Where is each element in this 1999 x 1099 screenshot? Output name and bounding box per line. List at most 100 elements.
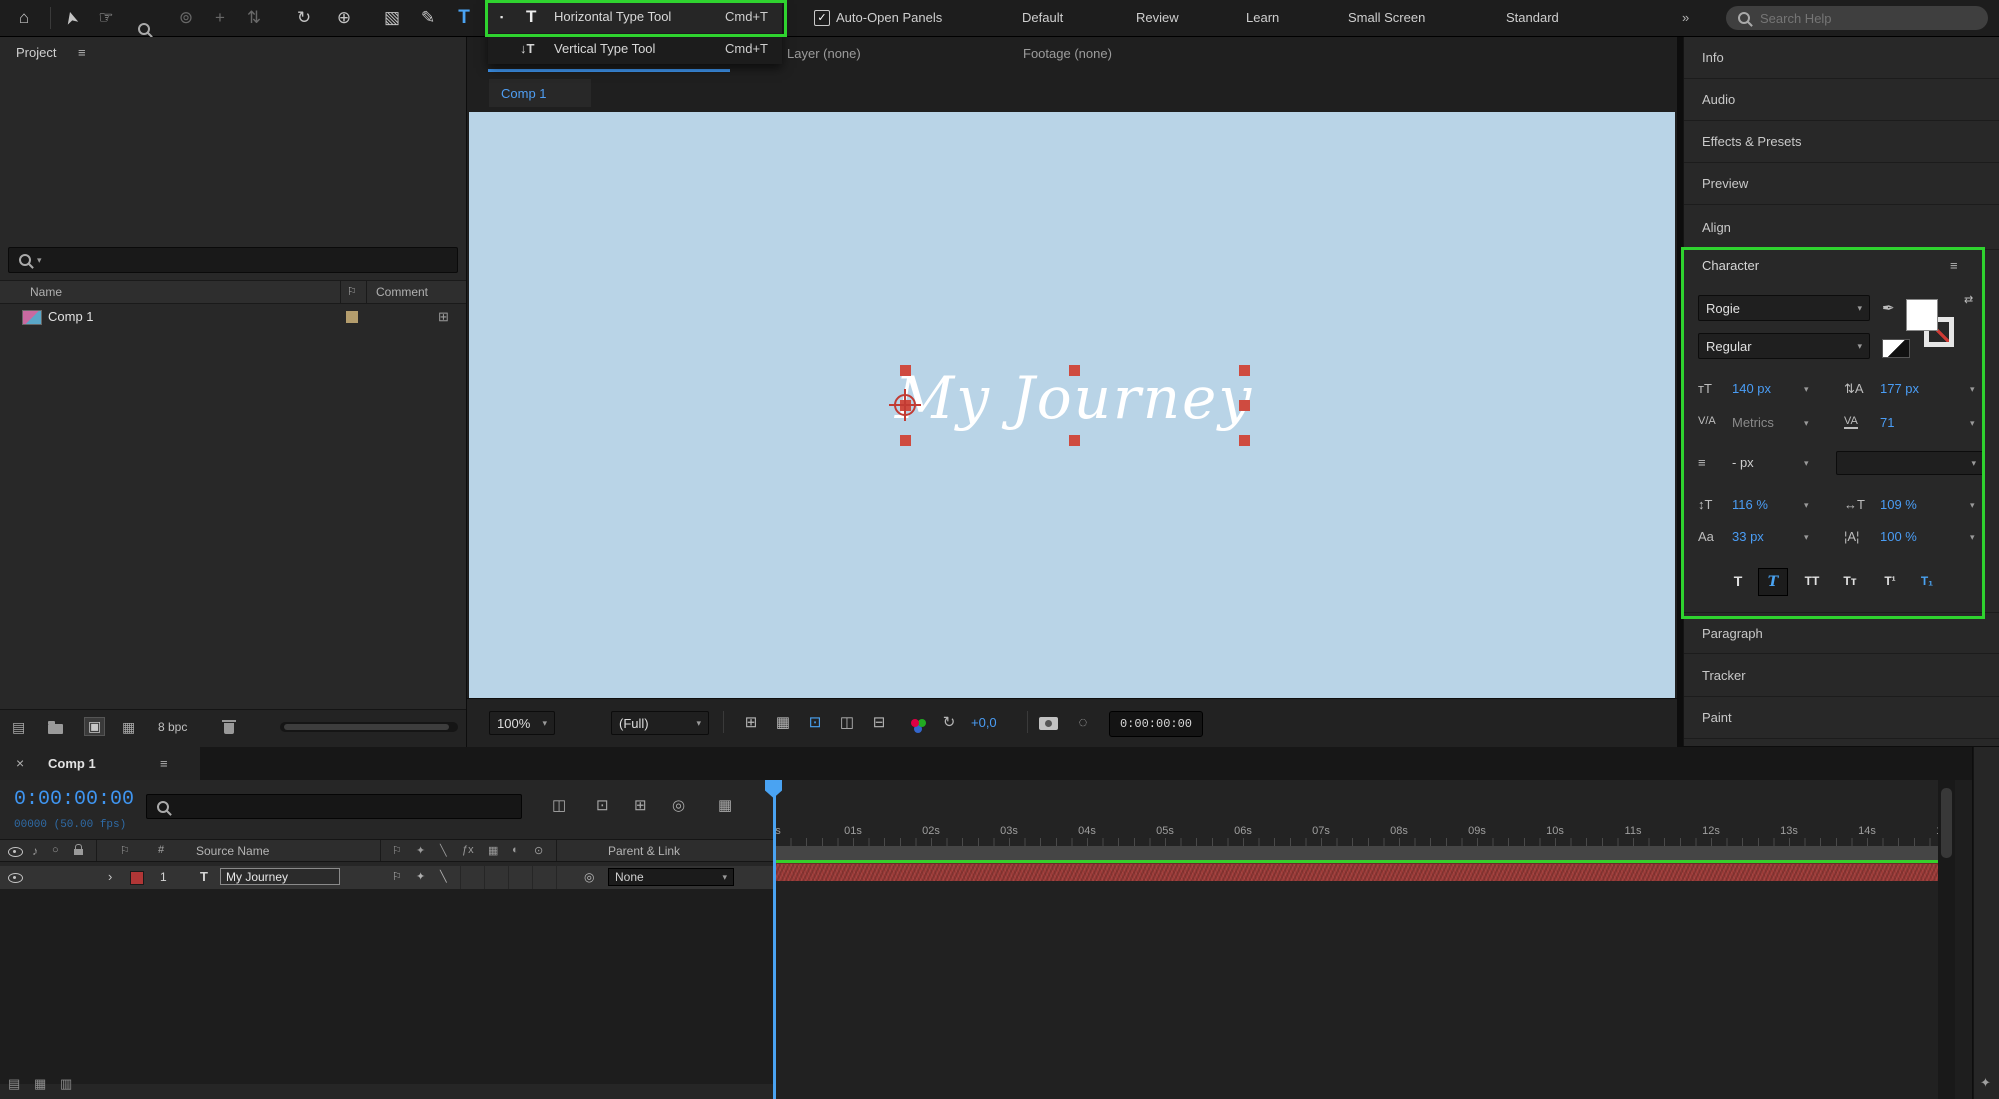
panel-tab-paragraph[interactable]: Paragraph [1684, 612, 1999, 654]
label-color-column-icon[interactable]: ⚐ [347, 285, 357, 298]
stepper-icon[interactable]: ▾ [1970, 500, 1975, 511]
faux-bold-button[interactable]: T [1724, 568, 1752, 594]
tab-footage[interactable]: Footage (none) [1023, 46, 1112, 61]
timeline-tab[interactable]: × Comp 1 ≡ [0, 747, 200, 780]
help-search-input[interactable] [1758, 9, 1942, 27]
project-item-row[interactable]: Comp 1 ⊞ [0, 305, 466, 329]
zoom-tool-icon[interactable] [130, 12, 158, 35]
hand-tool-icon[interactable]: ☞ [92, 0, 120, 36]
layer-visibility-eye-icon[interactable] [8, 873, 23, 883]
stepper-icon[interactable]: ▾ [1970, 418, 1975, 429]
all-caps-button[interactable]: TT [1798, 568, 1826, 594]
time-ruler[interactable]: 0s 01s 02s 03s 04s 05s 06s 07s 08s 09s 1… [775, 780, 1955, 846]
expand-render-time-icon[interactable]: ▥ [60, 1076, 72, 1092]
font-family-dropdown[interactable]: Rogie ▾ [1698, 295, 1870, 321]
baseline-shift-value[interactable]: 33 px [1732, 529, 1764, 544]
bit-depth-label[interactable]: 8 bpc [158, 720, 187, 734]
panel-tab-audio[interactable]: Audio [1684, 79, 1999, 121]
new-composition-icon[interactable]: ▣ [84, 717, 106, 736]
hidden-panel-icon[interactable]: ✦ [1980, 1075, 1991, 1091]
panel-menu-icon[interactable]: ≡ [1950, 258, 1958, 273]
project-search-box[interactable]: ▾ [8, 247, 458, 273]
stroke-width-value[interactable]: - px [1732, 455, 1754, 470]
layer-color-swatch[interactable] [130, 871, 144, 885]
source-name-column-header[interactable]: Source Name [196, 844, 269, 858]
current-time-field[interactable]: 0:00:00:00 [1109, 711, 1203, 737]
layer-quality-switch[interactable]: ╲ [440, 870, 447, 883]
pen-tool-icon[interactable]: ✎ [414, 0, 442, 36]
superscript-button[interactable]: T¹ [1876, 568, 1904, 594]
selection-handle[interactable] [1239, 435, 1250, 446]
panel-tab-effects-presets[interactable]: Effects & Presets [1684, 121, 1999, 163]
workspace-default[interactable]: Default [1022, 0, 1063, 36]
layer-shy-switch[interactable]: ⚐ [392, 870, 402, 883]
panel-tab-paint[interactable]: Paint [1684, 697, 1999, 739]
magnification-dropdown[interactable]: 100% ▾ [489, 711, 555, 735]
font-size-value[interactable]: 140 px [1732, 381, 1771, 396]
panel-menu-icon[interactable]: ≡ [78, 45, 86, 60]
home-icon[interactable]: ⌂ [10, 0, 38, 36]
vertical-scrollbar-track[interactable] [1938, 780, 1955, 1099]
region-of-interest-icon[interactable]: ⊡ [803, 699, 827, 747]
swap-fill-stroke-icon[interactable]: ⇄ [1964, 293, 1973, 306]
help-search-box[interactable] [1726, 6, 1988, 30]
anchor-point-icon[interactable] [889, 389, 921, 421]
stepper-icon[interactable]: ▾ [1970, 384, 1975, 395]
menu-item-horizontal-type[interactable]: ▪ T Horizontal Type Tool Cmd+T [488, 0, 782, 33]
timeline-search-input[interactable] [169, 798, 521, 815]
column-divider[interactable] [366, 281, 367, 303]
column-divider[interactable] [340, 281, 341, 303]
column-name-header[interactable]: Name [30, 285, 62, 299]
exposure-offset-value[interactable]: +0,0 [971, 715, 997, 730]
stroke-type-dropdown[interactable]: ▾ [1836, 451, 1984, 475]
draft-3d-icon[interactable]: ⊡ [596, 796, 609, 814]
composition-mini-flowchart-icon[interactable]: ◫ [552, 796, 566, 814]
selection-handle[interactable] [1069, 365, 1080, 376]
leading-value[interactable]: 177 px [1880, 381, 1919, 396]
stepper-icon[interactable]: ▾ [1804, 418, 1809, 429]
layer-name[interactable]: My Journey [220, 868, 340, 885]
pick-whip-icon[interactable]: ◎ [584, 870, 594, 884]
selection-handle[interactable] [900, 435, 911, 446]
parent-dropdown[interactable]: None ▾ [608, 868, 734, 886]
selection-handle[interactable] [1239, 400, 1250, 411]
kerning-value[interactable]: Metrics [1732, 415, 1774, 430]
frame-blending-icon[interactable]: ⊞ [634, 796, 647, 814]
auto-open-panels-checkbox[interactable]: ✓ [814, 10, 830, 26]
show-snapshot-icon[interactable]: ◌ [1071, 699, 1095, 747]
stepper-icon[interactable]: ▾ [1804, 384, 1809, 395]
layer-duration-bar[interactable] [775, 863, 1955, 881]
close-icon[interactable]: × [16, 755, 24, 771]
selection-handle[interactable] [900, 365, 911, 376]
selection-handle[interactable] [1239, 365, 1250, 376]
menu-item-vertical-type[interactable]: ↓T Vertical Type Tool Cmd+T [488, 33, 782, 64]
delete-icon[interactable] [222, 720, 236, 734]
motion-blur-icon[interactable]: ◎ [672, 796, 685, 814]
panel-tab-preview[interactable]: Preview [1684, 163, 1999, 205]
expand-transfer-controls-icon[interactable]: ▤ [8, 1076, 20, 1092]
tracking-value[interactable]: 71 [1880, 415, 1894, 430]
selection-handle[interactable] [1069, 435, 1080, 446]
panel-tab-tracker[interactable]: Tracker [1684, 655, 1999, 697]
stepper-icon[interactable]: ▾ [1804, 500, 1809, 511]
workspace-small-screen[interactable]: Small Screen [1348, 0, 1425, 36]
vertical-scale-value[interactable]: 116 % [1732, 497, 1768, 512]
layer-collapse-switch[interactable]: ✦ [416, 870, 425, 883]
rotation-tool-icon[interactable]: ↻ [290, 0, 318, 36]
stroke-style-swatch[interactable] [1882, 339, 1910, 358]
project-search-input[interactable] [41, 251, 457, 269]
playhead-line[interactable] [773, 780, 776, 1099]
graph-editor-icon[interactable]: ▦ [718, 796, 732, 814]
grid-guides-icon[interactable]: ⊞ [739, 699, 763, 747]
font-style-dropdown[interactable]: Regular ▾ [1698, 333, 1870, 359]
layer-row[interactable]: › 1 T My Journey ⚐ ✦ ╲ ◎ None ▾ [0, 866, 775, 889]
flowchart-icon[interactable]: ⊞ [438, 309, 449, 325]
snapshot-camera-icon[interactable] [1039, 717, 1058, 730]
panel-tab-align[interactable]: Align [1684, 205, 1999, 250]
workspace-overflow-chevrons[interactable]: » [1682, 0, 1689, 36]
composition-canvas[interactable]: My Journey [469, 112, 1675, 698]
workspace-review[interactable]: Review [1136, 0, 1179, 36]
current-timecode[interactable]: 0:00:00:00 [14, 788, 134, 811]
tab-layer[interactable]: Layer (none) [787, 46, 861, 61]
small-caps-button[interactable]: Tᴛ [1836, 568, 1864, 594]
